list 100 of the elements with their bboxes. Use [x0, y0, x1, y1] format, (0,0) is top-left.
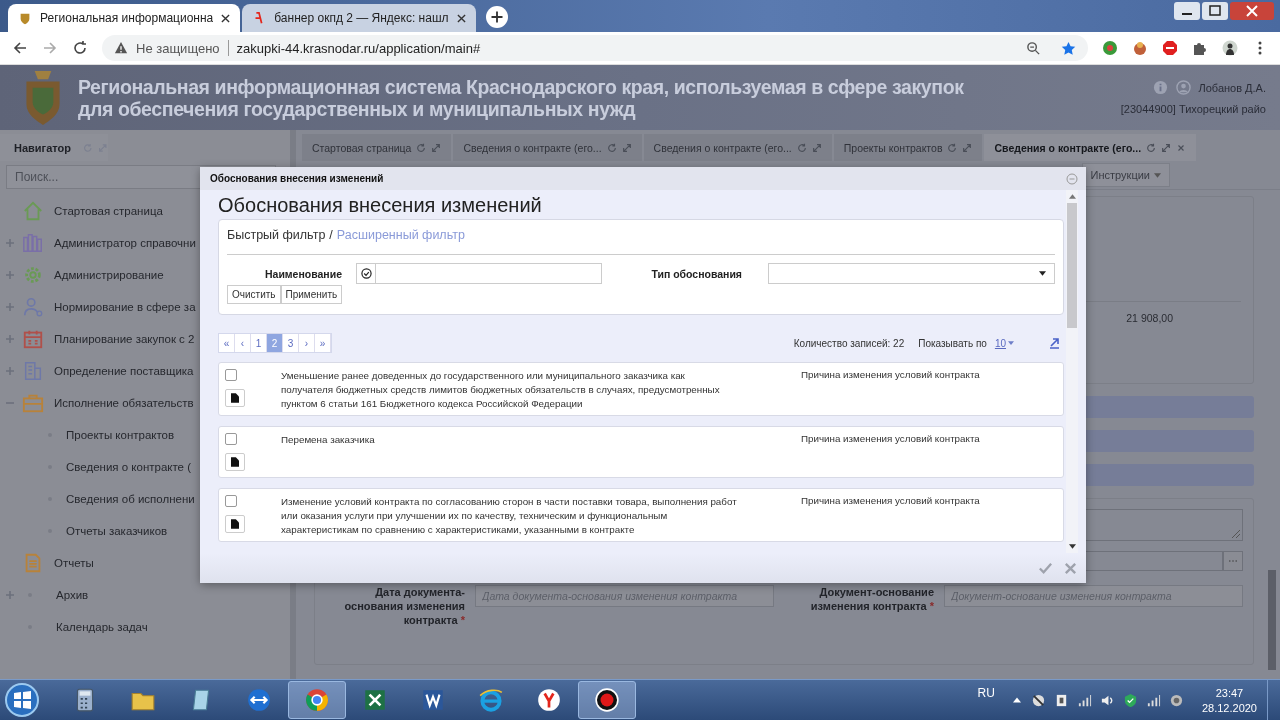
navigator-item[interactable]: Сведения о контракте ( [66, 461, 191, 473]
file-icon [231, 457, 239, 467]
list-row[interactable] [218, 362, 1064, 416]
signal-icon[interactable] [1076, 692, 1092, 708]
expand-icon[interactable] [811, 142, 822, 153]
back-icon[interactable] [12, 40, 28, 56]
field-label: Наименование [263, 267, 342, 280]
tray-arrow-icon[interactable] [1012, 697, 1021, 703]
scroll-down-icon[interactable] [1068, 544, 1076, 549]
list-row[interactable] [218, 488, 1064, 542]
navigator-item[interactable]: Администратор справочни [54, 237, 196, 249]
start-button[interactable] [4, 682, 40, 718]
scrollbar-thumb[interactable] [1067, 203, 1077, 328]
star-icon[interactable] [1061, 40, 1076, 56]
shield-icon[interactable] [1122, 692, 1138, 708]
navigator-item[interactable]: Планирование закупок с 2 [54, 333, 195, 345]
export-icon[interactable] [1048, 337, 1060, 349]
page-button[interactable]: › [299, 334, 315, 352]
expand-toggle[interactable] [6, 303, 14, 311]
confirm-icon[interactable] [1038, 560, 1053, 576]
minimize-icon[interactable] [1174, 2, 1200, 20]
expand-toggle[interactable] [6, 239, 14, 247]
checkbox[interactable] [225, 433, 237, 445]
expand-toggle[interactable] [6, 335, 14, 343]
close-icon[interactable] [456, 13, 466, 23]
forward-icon[interactable] [42, 40, 58, 56]
content-tab[interactable]: Сведения о контракте (его... [984, 134, 1197, 161]
checkbox[interactable] [225, 369, 237, 381]
document-button[interactable] [225, 453, 245, 471]
security-label[interactable]: Не защищено [136, 40, 220, 56]
refresh-icon[interactable] [416, 142, 427, 153]
filter-button[interactable]: Очистить [227, 285, 281, 304]
expand-toggle[interactable] [6, 591, 14, 599]
quick-filter-tab[interactable]: Быстрый фильтр [227, 228, 326, 242]
new-tab-icon[interactable] [485, 6, 508, 28]
expand-icon[interactable] [1161, 142, 1172, 153]
tray-icon[interactable] [1168, 692, 1184, 708]
close-icon[interactable] [221, 13, 231, 23]
user-name[interactable]: Лобанов Д.А. [1198, 81, 1266, 94]
navigator-item[interactable]: Администрирование [54, 269, 164, 281]
document-button[interactable] [225, 515, 245, 533]
extension-icon[interactable] [1102, 40, 1118, 56]
taskbar-button[interactable] [578, 681, 636, 719]
instructions-button[interactable]: Инструкции [1081, 163, 1170, 187]
profile-icon[interactable] [1222, 40, 1238, 56]
advanced-filter-link[interactable]: Расширенный фильтр [336, 228, 465, 242]
clock-time[interactable]: 23:47 [1215, 686, 1244, 699]
expand-toggle[interactable] [6, 271, 14, 279]
navigator-item[interactable]: Определение поставщика [54, 365, 194, 377]
expand-toggle[interactable] [6, 367, 14, 375]
scroll-up-icon[interactable] [1068, 194, 1076, 199]
expand-icon[interactable] [621, 142, 632, 153]
page-button[interactable]: 2 [267, 334, 283, 352]
content-tab[interactable]: Проекты контрактов [833, 134, 983, 161]
url-text[interactable]: zakupki-44.krasnodar.ru/application/main# [236, 40, 481, 56]
expand-icon[interactable] [962, 142, 973, 153]
refresh-icon[interactable] [606, 142, 617, 153]
navigator-item[interactable]: Отчеты [54, 557, 94, 569]
browser-tab[interactable]: баннер окпд 2 — Яндекс: нашл [242, 4, 476, 32]
content-tab[interactable]: Сведения о контракте (его... [453, 134, 642, 161]
page-size-dropdown[interactable]: 10 [994, 337, 1014, 349]
page-button[interactable]: 1 [251, 334, 267, 352]
refresh-icon[interactable] [1146, 142, 1157, 153]
signal-icon[interactable] [1145, 692, 1161, 708]
navigator-item[interactable]: Календарь задач [56, 621, 148, 633]
page-button[interactable]: ‹ [235, 334, 251, 352]
list-row[interactable]: Перемена заказчика Причина изменения условий контракта [218, 426, 1064, 478]
document-button[interactable] [225, 389, 245, 407]
navigator-item[interactable]: Нормирование в сфере за [54, 301, 196, 313]
language-indicator[interactable]: RU [977, 686, 995, 700]
scrollbar-thumb[interactable] [1268, 570, 1276, 670]
resize-handle-icon[interactable] [1232, 530, 1240, 538]
name-field[interactable] [356, 263, 602, 284]
navigator-tab[interactable]: Навигатор [8, 141, 77, 154]
ad-block-icon[interactable] [1162, 40, 1178, 56]
navigator-item[interactable]: Стартовая страница [54, 205, 163, 217]
extension-icon[interactable] [1132, 40, 1148, 56]
navigator-item[interactable]: Проекты контрактов [66, 429, 175, 441]
refresh-icon[interactable] [796, 142, 807, 153]
filter-button[interactable]: Применить [280, 285, 343, 304]
tray-icon[interactable] [1030, 692, 1046, 708]
content-tab[interactable]: Стартовая страница [302, 134, 452, 161]
zoom-icon[interactable] [1026, 40, 1041, 56]
navigator-item[interactable]: Сведения об исполнени [66, 493, 195, 505]
expand-icon[interactable] [431, 142, 442, 153]
page-button[interactable]: « [219, 334, 235, 352]
puzzle-icon[interactable] [1192, 40, 1208, 56]
maximize-icon[interactable] [1202, 2, 1228, 20]
navigator-item[interactable]: Исполнение обязательств [54, 397, 194, 409]
reload-icon[interactable] [72, 40, 88, 56]
browser-tab[interactable]: Региональная информационна [8, 4, 241, 32]
refresh-icon[interactable] [947, 142, 958, 153]
content-tab[interactable]: Сведения о контракте (его... [643, 134, 832, 161]
clock-date[interactable]: 28.12.2020 [1201, 701, 1257, 714]
collapse-toggle[interactable] [6, 399, 14, 407]
navigator-item[interactable]: Отчеты заказчиков [66, 525, 168, 537]
checkbox[interactable] [225, 495, 237, 507]
navigator-item[interactable]: Архив [56, 589, 89, 601]
page-button[interactable]: » [315, 334, 331, 352]
page-button[interactable]: 3 [283, 334, 299, 352]
